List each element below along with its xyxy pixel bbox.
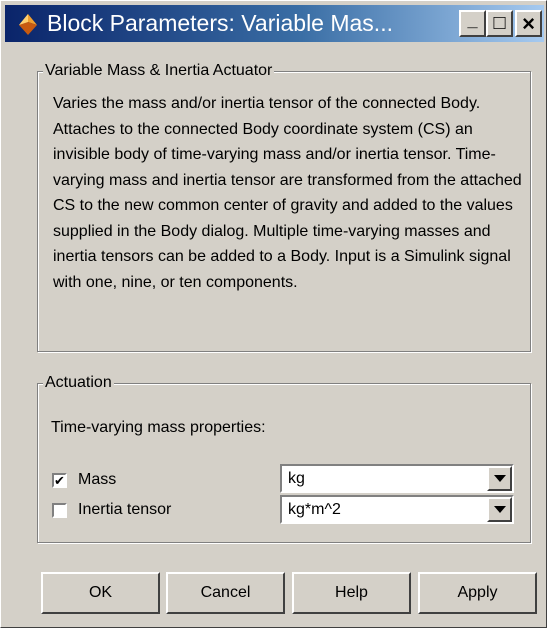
minimize-button[interactable]: _ <box>459 10 486 37</box>
mass-checkbox[interactable]: ✔ <box>52 473 67 488</box>
inertia-unit-dropdown[interactable]: kg*m^2 <box>280 495 514 524</box>
mass-unit-value: kg <box>288 470 305 487</box>
description-group-legend: Variable Mass & Inertia Actuator <box>43 62 275 80</box>
check-icon: ✔ <box>54 473 65 488</box>
window-title: Block Parameters: Variable Mas... <box>47 10 393 36</box>
ok-button-label: OK <box>88 584 113 601</box>
inertia-unit-value: kg*m^2 <box>288 501 341 518</box>
simulink-block-icon <box>19 13 37 35</box>
mass-unit-dropdown[interactable]: kg <box>280 464 514 493</box>
mass-dropdown-arrow[interactable] <box>487 466 512 491</box>
close-icon: × <box>522 10 535 36</box>
chevron-down-icon <box>493 506 506 513</box>
apply-button-label: Apply <box>457 584 498 601</box>
maximize-button[interactable]: □ <box>486 10 513 37</box>
block-parameters-dialog: Block Parameters: Variable Mas... _ □ × … <box>0 0 547 628</box>
close-button[interactable]: × <box>515 10 542 37</box>
inertia-tensor-label: Inertia tensor <box>78 501 172 518</box>
cancel-button[interactable]: Cancel <box>166 572 285 614</box>
maximize-icon: □ <box>493 12 506 34</box>
ok-button[interactable]: OK <box>41 572 160 614</box>
inertia-dropdown-arrow[interactable] <box>487 497 512 522</box>
apply-button[interactable]: Apply <box>418 572 537 614</box>
inertia-tensor-checkbox[interactable] <box>52 503 67 518</box>
block-description-text: Varies the mass and/or inertia tensor of… <box>53 95 522 291</box>
mass-label: Mass <box>78 471 117 488</box>
title-bar[interactable]: Block Parameters: Variable Mas... _ □ × <box>5 5 544 42</box>
actuation-group-legend: Actuation <box>43 374 114 392</box>
cancel-button-label: Cancel <box>200 584 251 601</box>
minimize-icon: _ <box>467 10 478 30</box>
help-button-label: Help <box>335 584 368 601</box>
mass-properties-prompt: Time-varying mass properties: <box>51 419 266 436</box>
help-button[interactable]: Help <box>292 572 411 614</box>
chevron-down-icon <box>493 475 506 482</box>
